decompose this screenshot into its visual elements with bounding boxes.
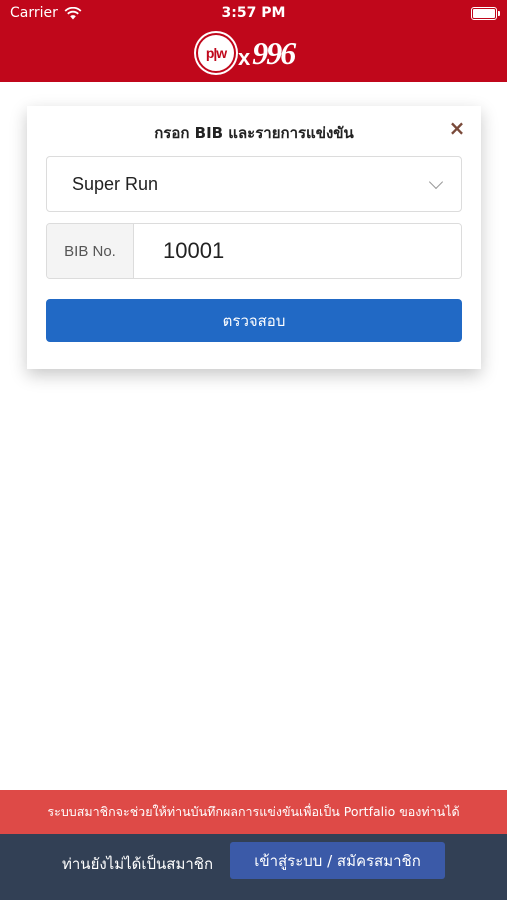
not-member-text: ท่านยังไม่ได้เป็นสมาชิก — [62, 855, 214, 873]
member-info-banner: ระบบสมาชิกจะช่วยให้ท่านบันทึกผลการแข่งขั… — [0, 790, 507, 834]
bib-label: BIB No. — [47, 224, 134, 278]
footer-bar: ท่านยังไม่ได้เป็นสมาชิก เข้าสู่ระบบ / สม… — [0, 834, 507, 900]
app-header: Carrier 3:57 PM p|w x 996 — [0, 0, 507, 82]
close-icon[interactable]: × — [447, 118, 467, 138]
bib-number-input[interactable] — [135, 224, 461, 278]
logo-996: 996 — [252, 34, 296, 71]
race-select[interactable]: Super Run — [46, 156, 462, 212]
check-button[interactable]: ตรวจสอบ — [46, 299, 462, 342]
bib-entry-dialog: กรอก BIB และรายการแข่งขัน × Super Run BI… — [27, 106, 481, 369]
dialog-title: กรอก BIB และรายการแข่งขัน — [154, 124, 354, 142]
app-logo: p|w x 996 — [196, 30, 316, 76]
chevron-down-icon — [428, 174, 444, 190]
status-bar: Carrier 3:57 PM — [0, 0, 507, 28]
battery-icon — [471, 7, 500, 20]
logo-x: x — [238, 45, 251, 70]
clock: 3:57 PM — [221, 5, 286, 21]
member-info-text: ระบบสมาชิกจะช่วยให้ท่านบันทึกผลการแข่งขั… — [47, 804, 460, 819]
race-select-value: Super Run — [72, 174, 159, 194]
pw-logo-badge: p|w — [196, 33, 236, 73]
bib-input-group: BIB No. — [46, 223, 462, 279]
login-register-button[interactable]: เข้าสู่ระบบ / สมัครสมาชิก — [230, 842, 445, 879]
